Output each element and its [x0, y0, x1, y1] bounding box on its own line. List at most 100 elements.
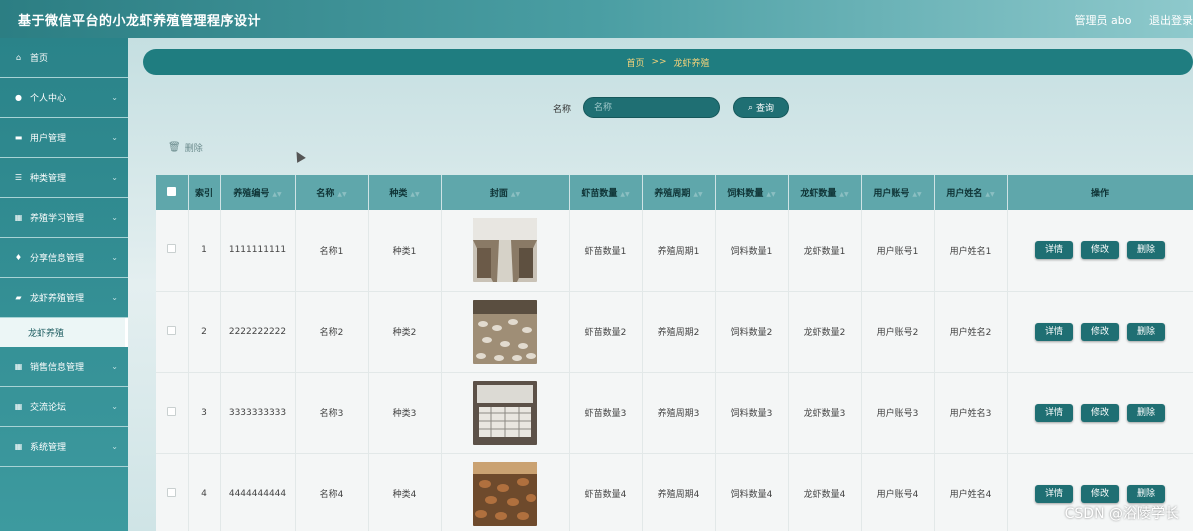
table-row: 1 1111111111 名称1 种类1 虾苗数量1 养殖周期1 饲料数量1 龙… [156, 210, 1193, 292]
detail-button[interactable]: 详情 [1035, 403, 1073, 422]
sort-icon: ▲▼ [510, 191, 521, 198]
sidebar-item-share[interactable]: ♦ 分享信息管理 ⌄ [0, 238, 128, 278]
cell-seedling: 虾苗数量4 [569, 453, 643, 531]
cell-account: 用户账号2 [861, 291, 935, 373]
header-name[interactable]: 名称 ▲▼ [295, 175, 369, 210]
top-bar: 基于微信平台的小龙虾养殖管理程序设计 管理员 abo 退出登录 [0, 0, 1193, 38]
sidebar-item-kinds[interactable]: ☰ 种类管理 ⌄ [0, 158, 128, 198]
search-button-label: 查询 [756, 104, 775, 114]
header-kind[interactable]: 种类 ▲▼ [368, 175, 442, 210]
sidebar-item-label: 分享信息管理 [30, 254, 85, 264]
sidebar-item-label: 销售信息管理 [30, 363, 85, 373]
header-index: 索引 [188, 175, 221, 210]
data-table: 索引 养殖编号 ▲▼ 名称 ▲▼ 种类 ▲▼ 封面 ▲▼ 虾苗数量 ▲▼ 养殖周期 ▲▼ 饲… [156, 175, 1193, 531]
sort-icon: ▲▼ [337, 191, 347, 198]
header-cycle[interactable]: 养殖周期 ▲▼ [642, 175, 716, 210]
chevron-down-icon: ⌄ [111, 93, 118, 102]
cover-image [473, 461, 537, 526]
sort-icon: ▲▼ [693, 191, 703, 198]
row-checkbox[interactable] [167, 406, 177, 416]
cell-code: 4444444444 [220, 453, 296, 531]
header-feed[interactable]: 饲料数量 ▲▼ [715, 175, 789, 210]
table-row: 3 3333333333 名称3 种类3 虾苗数量3 养殖周期3 饲料数量3 龙… [156, 372, 1193, 454]
header-cover[interactable]: 封面 ▲▼ [441, 175, 570, 210]
cell-index: 3 [188, 372, 221, 454]
cell-cycle: 养殖周期3 [642, 372, 716, 454]
table-header-row: 索引 养殖编号 ▲▼ 名称 ▲▼ 种类 ▲▼ 封面 ▲▼ 虾苗数量 ▲▼ 养殖周期 ▲▼ 饲… [156, 175, 1193, 210]
cell-account: 用户账号3 [861, 372, 935, 454]
chevron-down-icon: ⌄ [111, 293, 118, 302]
cell-seedling: 虾苗数量3 [569, 372, 643, 454]
header-actions: 操作 [1007, 175, 1193, 210]
header-crayfish[interactable]: 龙虾数量 ▲▼ [788, 175, 862, 210]
cell-seedling: 虾苗数量2 [569, 291, 643, 373]
cell-username: 用户姓名3 [934, 372, 1008, 454]
cell-index: 1 [188, 210, 221, 292]
id-card-icon: ▬ [14, 133, 23, 142]
select-all-checkbox[interactable] [167, 186, 177, 196]
edit-button[interactable]: 修改 [1081, 241, 1119, 260]
sidebar-subitem-crayfish[interactable]: 龙虾养殖 [0, 318, 128, 347]
delete-button[interactable]: 删除 [1127, 403, 1165, 422]
chevron-down-icon: ⌄ [111, 402, 118, 411]
sidebar-item-crayfish[interactable]: ▰ 龙虾养殖管理 ⌄ [0, 278, 128, 318]
chevron-down-icon: ⌄ [111, 133, 118, 142]
sliders-icon: ☰ [14, 173, 23, 182]
edit-button[interactable]: 修改 [1081, 322, 1119, 341]
grid-icon: ▦ [14, 402, 23, 411]
chat-icon: ▰ [15, 293, 22, 302]
header-seedling[interactable]: 虾苗数量 ▲▼ [569, 175, 643, 210]
cell-seedling: 虾苗数量1 [569, 210, 643, 292]
sidebar-item-label: 首页 [30, 54, 49, 64]
logout-link[interactable]: 退出登录 [1149, 14, 1193, 27]
cell-feed: 饲料数量2 [715, 291, 789, 373]
batch-delete-button[interactable]: 🗑 删除 [168, 141, 203, 154]
row-checkbox[interactable] [167, 487, 177, 497]
row-checkbox[interactable] [167, 325, 177, 335]
sidebar-item-profile[interactable]: ● 个人中心 ⌄ [0, 78, 128, 118]
sidebar-item-label: 龙虾养殖管理 [30, 294, 85, 304]
delete-button[interactable]: 删除 [1127, 484, 1165, 503]
row-checkbox[interactable] [167, 244, 177, 254]
sidebar-item-label: 种类管理 [30, 174, 67, 184]
breadcrumb: 首页 >> 龙虾养殖 [143, 49, 1193, 75]
select-all-checkbox-cell[interactable] [156, 175, 189, 210]
chevron-down-icon: ⌄ [111, 213, 118, 222]
sidebar-item-sales[interactable]: ▦ 销售信息管理 ⌄ [0, 347, 128, 387]
search-button[interactable]: ⌕ 查询 [733, 97, 789, 118]
detail-button[interactable]: 详情 [1035, 484, 1073, 503]
detail-button[interactable]: 详情 [1035, 241, 1073, 260]
delete-button[interactable]: 删除 [1127, 241, 1165, 260]
delete-button[interactable]: 删除 [1127, 322, 1165, 341]
detail-button[interactable]: 详情 [1035, 322, 1073, 341]
cell-code: 3333333333 [220, 372, 296, 454]
header-account[interactable]: 用户账号 ▲▼ [861, 175, 935, 210]
cell-crayfish: 龙虾数量3 [788, 372, 862, 454]
cover-image [473, 299, 537, 364]
header-code[interactable]: 养殖编号 ▲▼ [220, 175, 296, 210]
admin-user-label: 管理员 abo [1074, 14, 1132, 27]
user-icon: ● [15, 93, 22, 102]
cell-cycle: 养殖周期2 [642, 291, 716, 373]
sidebar-item-forum[interactable]: ▦ 交流论坛 ⌄ [0, 387, 128, 427]
cell-crayfish: 龙虾数量2 [788, 291, 862, 373]
cell-actions: 详情 修改 删除 [1007, 372, 1193, 454]
sidebar-item-learning[interactable]: ▦ 养殖学习管理 ⌄ [0, 198, 128, 238]
header-username[interactable]: 用户姓名 ▲▼ [934, 175, 1008, 210]
chevron-down-icon: ⌄ [111, 173, 118, 182]
sidebar-item-system[interactable]: ▦ 系统管理 ⌄ [0, 427, 128, 467]
sort-icon: ▲▼ [839, 191, 849, 198]
cell-feed: 饲料数量4 [715, 453, 789, 531]
cell-cycle: 养殖周期1 [642, 210, 716, 292]
cell-name: 名称1 [295, 210, 369, 292]
edit-button[interactable]: 修改 [1081, 484, 1119, 503]
search-input[interactable] [583, 97, 720, 118]
edit-button[interactable]: 修改 [1081, 403, 1119, 422]
sidebar-item-home[interactable]: ⌂ 首页 [0, 38, 128, 78]
home-icon: ⌂ [15, 53, 22, 62]
cell-name: 名称3 [295, 372, 369, 454]
breadcrumb-home[interactable]: 首页 [626, 56, 644, 69]
batch-delete-label: 删除 [184, 144, 203, 154]
sidebar-item-users[interactable]: ▬ 用户管理 ⌄ [0, 118, 128, 158]
breadcrumb-separator: >> [651, 57, 667, 67]
